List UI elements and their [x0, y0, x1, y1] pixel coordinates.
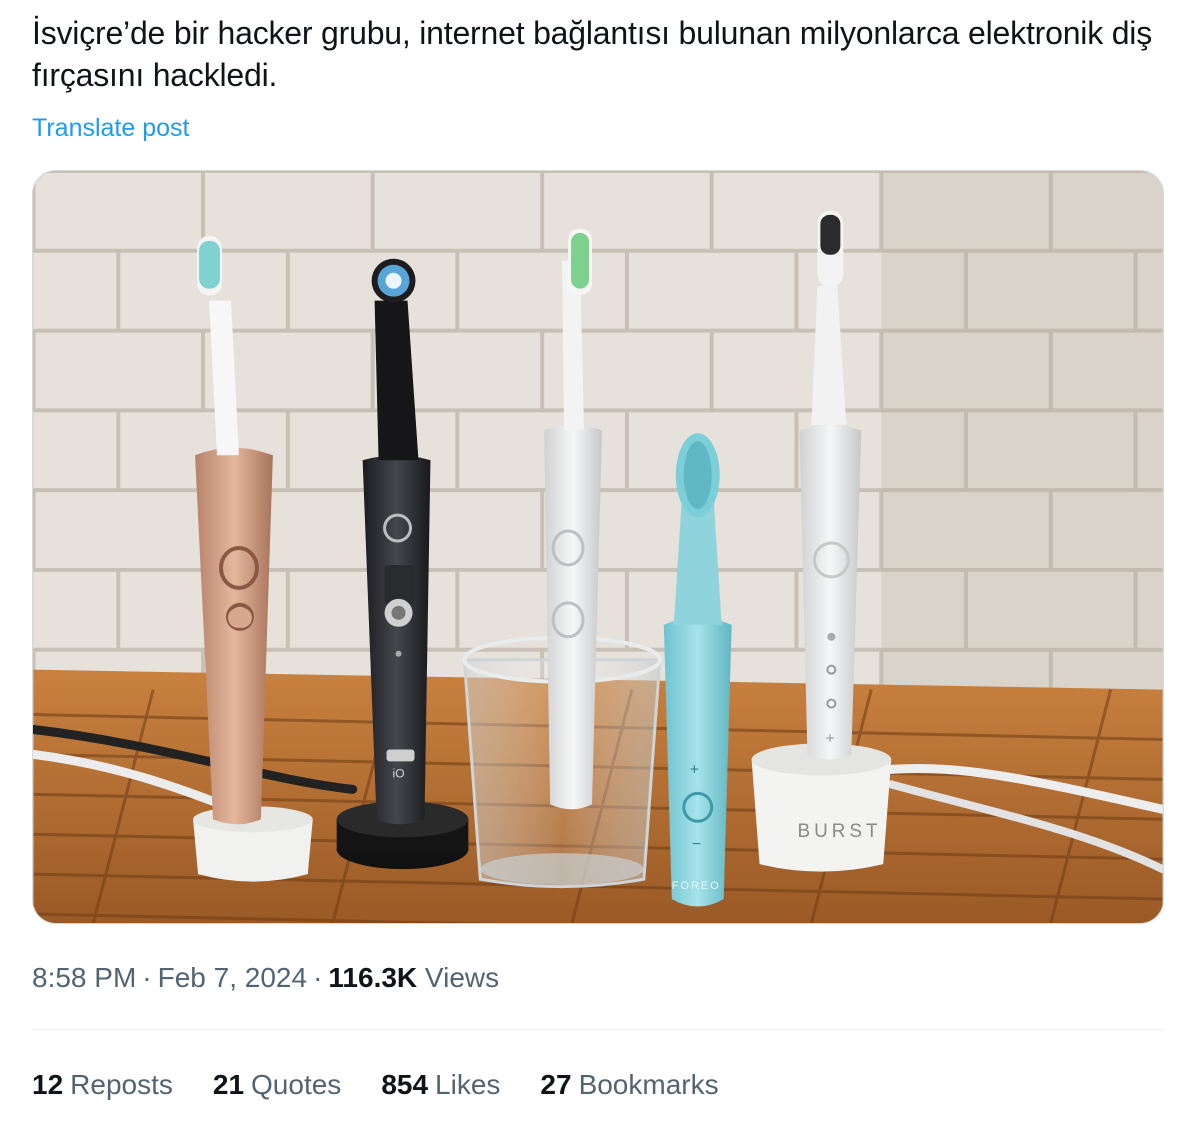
reposts-stat[interactable]: 12 Reposts [32, 1066, 173, 1104]
engagement-stats: 12 Reposts 21 Quotes 854 Likes 27 Bookmarks [32, 1066, 719, 1104]
bookmarks-stat[interactable]: 27 Bookmarks [540, 1066, 718, 1104]
post-text: İsviçre’de bir hacker grubu, internet ba… [32, 15, 1152, 93]
quotes-label: Quotes [251, 1069, 342, 1100]
translate-post-link[interactable]: Translate post [32, 112, 189, 144]
bookmarks-count: 27 [540, 1069, 572, 1100]
meta-separator: · [142, 962, 152, 993]
bookmarks-label: Bookmarks [578, 1069, 719, 1100]
io-label: iO [393, 766, 405, 780]
likes-stat[interactable]: 854 Likes [381, 1066, 500, 1104]
views-count[interactable]: 116.3K [328, 962, 417, 993]
post-time[interactable]: 8:58 PM [32, 962, 136, 993]
views-label[interactable]: Views [425, 962, 499, 993]
svg-text:−: − [692, 836, 701, 853]
divider [32, 1029, 1164, 1030]
post-date[interactable]: Feb 7, 2024 [158, 962, 307, 993]
quotes-stat[interactable]: 21 Quotes [213, 1066, 341, 1104]
reposts-label: Reposts [70, 1069, 173, 1100]
likes-label: Likes [435, 1069, 501, 1100]
quotes-count: 21 [212, 1069, 245, 1100]
foreo-label: FOREO [672, 880, 721, 892]
svg-text:+: + [825, 730, 834, 747]
burst-label: BURST [797, 821, 881, 842]
reposts-count: 12 [32, 1069, 64, 1100]
post-metadata: 8:58 PM · Feb 7, 2024 · 116.3K Views [32, 958, 499, 998]
meta-separator: · [313, 962, 323, 993]
svg-text:+: + [690, 761, 699, 778]
likes-count: 854 [381, 1069, 429, 1100]
post-image[interactable]: iO + − FOREO BURST + [32, 170, 1164, 924]
